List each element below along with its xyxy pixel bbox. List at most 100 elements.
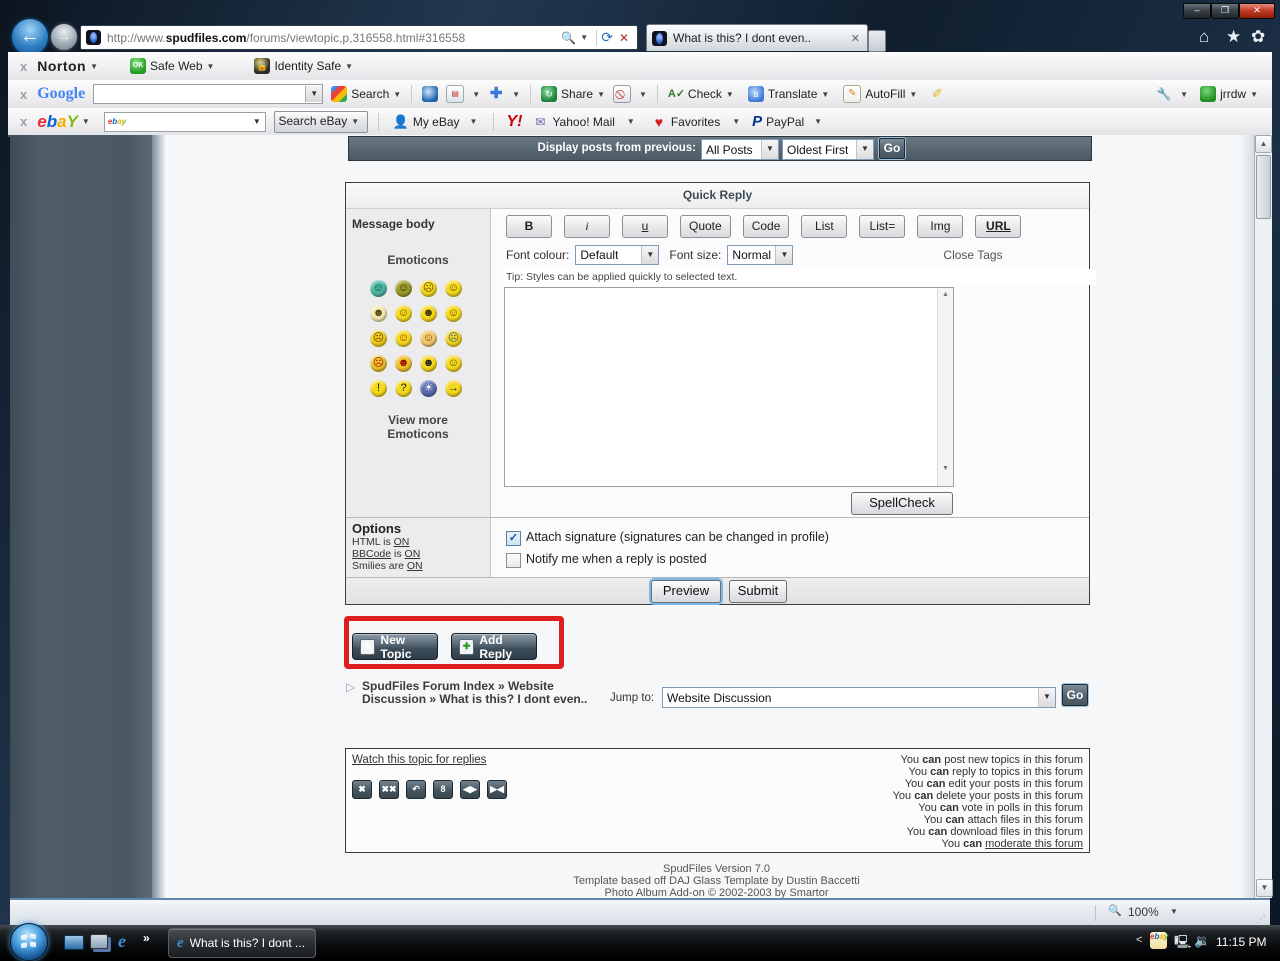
- delete-topic-icon[interactable]: ✖: [352, 780, 372, 799]
- message-textarea[interactable]: ▲ ▼: [504, 287, 954, 487]
- google-search-input[interactable]: ▼: [93, 84, 323, 104]
- merge-topic-icon[interactable]: ▶◀: [487, 780, 507, 799]
- scroll-up-icon[interactable]: ▲: [1255, 135, 1272, 153]
- emoticon-cry[interactable]: ☹: [445, 330, 462, 347]
- emoticon-eek[interactable]: ☻: [370, 305, 387, 322]
- split-topic-icon[interactable]: ◀▶: [460, 780, 480, 799]
- emoticon-smile[interactable]: ☺: [395, 305, 412, 322]
- emoticon-arrow[interactable]: →: [445, 380, 462, 397]
- back-button[interactable]: ←: [10, 17, 50, 57]
- textarea-scrollbar[interactable]: ▲ ▼: [937, 288, 953, 486]
- format-button[interactable]: Img: [917, 215, 963, 238]
- posts-go-button[interactable]: Go: [879, 138, 905, 159]
- close-tags-link[interactable]: Close Tags: [943, 248, 1002, 262]
- google-translate-button[interactable]: Translate: [768, 87, 818, 101]
- zoom-level[interactable]: 100%: [1128, 905, 1159, 919]
- emoticon-question[interactable]: ?: [395, 380, 412, 397]
- new-topic-button[interactable]: ✎ New Topic: [352, 633, 438, 660]
- jump-to-select[interactable]: Website Discussion▼: [662, 687, 1056, 708]
- emoticon-sad[interactable]: ☹: [420, 280, 437, 297]
- attach-signature-checkbox[interactable]: ✓: [506, 531, 521, 546]
- popup-blocker-icon[interactable]: ⃠: [613, 85, 631, 103]
- norton-identity-safe-menu[interactable]: Identity Safe: [274, 59, 341, 73]
- add-reply-button[interactable]: ✚ Add Reply: [451, 633, 537, 660]
- refresh-icon[interactable]: ⟳: [601, 29, 613, 46]
- zoom-dropdown-icon[interactable]: ▼: [1170, 907, 1178, 916]
- norton-close-icon[interactable]: x: [20, 59, 27, 74]
- jump-to-go-button[interactable]: Go: [1062, 684, 1088, 706]
- norton-safe-web-menu[interactable]: Safe Web: [150, 59, 202, 73]
- quick-launch-chevron[interactable]: »: [143, 931, 150, 945]
- search-icon[interactable]: 🔍: [561, 31, 576, 45]
- format-button[interactable]: Code: [743, 215, 790, 238]
- google-news-icon[interactable]: ▤: [446, 85, 464, 103]
- textarea-scroll-down-icon[interactable]: ▼: [938, 465, 953, 472]
- url-bar[interactable]: http://www.spudfiles.com/forums/viewtopi…: [80, 25, 638, 50]
- minimize-button[interactable]: –: [1183, 3, 1211, 19]
- search-dropdown-icon[interactable]: ▼: [580, 33, 588, 42]
- paypal-menu[interactable]: PayPal: [766, 115, 804, 129]
- breadcrumb[interactable]: SpudFiles Forum Index » WebsiteDiscussio…: [362, 680, 602, 706]
- emoticon-twisted[interactable]: ☻: [395, 355, 412, 372]
- ebay-close-icon[interactable]: x: [20, 114, 27, 129]
- tray-chevron-icon[interactable]: <: [1136, 934, 1142, 946]
- format-button[interactable]: i: [564, 215, 610, 238]
- emoticon-idea[interactable]: ☀: [420, 380, 437, 397]
- format-button[interactable]: URL: [975, 215, 1021, 238]
- page-scrollbar[interactable]: ▲ ▼: [1254, 135, 1272, 898]
- submit-button[interactable]: Submit: [729, 580, 787, 603]
- resize-grip[interactable]: ⋰: [1256, 914, 1266, 925]
- volume-icon[interactable]: 🔉: [1194, 933, 1210, 949]
- view-more-emoticons-link[interactable]: View moreEmoticons: [346, 413, 490, 441]
- ebay-favorites-menu[interactable]: Favorites: [671, 115, 720, 129]
- emoticon-wink[interactable]: ☺: [445, 355, 462, 372]
- wrench-icon[interactable]: 🔧: [1156, 86, 1172, 102]
- google-check-button[interactable]: Check: [688, 87, 722, 101]
- network-icon[interactable]: 🖳: [1174, 933, 1191, 955]
- font-size-select[interactable]: Normal▼: [727, 245, 793, 265]
- emoticon-mrgreen[interactable]: ☺: [370, 280, 387, 297]
- google-close-icon[interactable]: x: [20, 87, 27, 102]
- ebay-search-input[interactable]: ebay ▼: [104, 112, 266, 132]
- tools-gear-icon[interactable]: ✿: [1251, 27, 1265, 47]
- font-colour-select[interactable]: Default▼: [575, 245, 659, 265]
- emoticon-biggrin[interactable]: ☺: [395, 330, 412, 347]
- google-share-button[interactable]: Share: [561, 87, 593, 101]
- ebay-logo[interactable]: ebaY: [37, 112, 78, 132]
- format-button[interactable]: B: [506, 215, 552, 238]
- lock-topic-icon[interactable]: 8: [433, 780, 453, 799]
- emoticon-evil[interactable]: ☹: [370, 355, 387, 372]
- google-earth-icon[interactable]: [422, 86, 438, 102]
- norton-menu[interactable]: Norton: [37, 58, 86, 74]
- scroll-down-icon[interactable]: ▼: [1256, 879, 1273, 897]
- yahoo-mail-menu[interactable]: Yahoo! Mail: [552, 115, 614, 129]
- delete-posts-icon[interactable]: ✖✖: [379, 780, 399, 799]
- maximize-button[interactable]: ❐: [1211, 3, 1239, 19]
- preview-button[interactable]: Preview: [651, 580, 721, 603]
- forward-button[interactable]: →: [49, 22, 79, 52]
- emoticon-lol[interactable]: ☺: [445, 305, 462, 322]
- stop-icon[interactable]: ✕: [619, 31, 629, 45]
- format-button[interactable]: Quote: [680, 215, 731, 238]
- textarea-scroll-up-icon[interactable]: ▲: [938, 288, 953, 302]
- format-button[interactable]: List=: [859, 215, 905, 238]
- my-ebay-menu[interactable]: My eBay: [413, 115, 460, 129]
- highlighter-icon[interactable]: ✐: [929, 86, 945, 102]
- clock[interactable]: 11:15 PM: [1216, 935, 1266, 949]
- google-account-menu[interactable]: jrrdw: [1220, 87, 1246, 101]
- yahoo-logo[interactable]: Y!: [506, 113, 522, 131]
- switch-windows-icon[interactable]: [90, 934, 108, 949]
- google-search-button[interactable]: Search: [351, 87, 389, 101]
- format-button[interactable]: List: [801, 215, 847, 238]
- favorites-star-icon[interactable]: ★: [1226, 27, 1241, 47]
- start-button[interactable]: [10, 923, 48, 961]
- posts-sort-select[interactable]: Oldest First▼: [782, 139, 874, 160]
- ebay-input-dropdown-icon[interactable]: ▼: [249, 114, 265, 130]
- new-tab-stub[interactable]: [868, 30, 886, 52]
- tray-ebay-icon[interactable]: ebay: [1150, 932, 1167, 949]
- emoticon-cool[interactable]: ☻: [420, 305, 437, 322]
- google-search-history-icon[interactable]: ▼: [305, 86, 322, 102]
- google-add-icon[interactable]: ✚: [488, 86, 504, 102]
- home-icon[interactable]: ⌂: [1199, 27, 1209, 47]
- emoticon-razz[interactable]: ☺: [445, 280, 462, 297]
